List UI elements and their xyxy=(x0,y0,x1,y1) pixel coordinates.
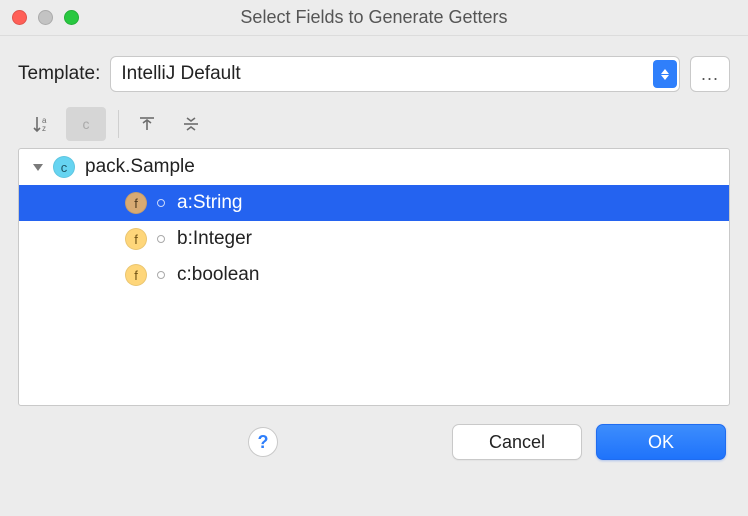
expand-all-button[interactable] xyxy=(127,107,167,141)
template-more-button[interactable]: ... xyxy=(690,56,730,92)
tree-field-row[interactable]: f a:String xyxy=(19,185,729,221)
class-icon: c xyxy=(53,156,75,178)
chevron-updown-icon xyxy=(653,60,677,88)
field-icon: f xyxy=(125,228,147,250)
template-row: Template: IntelliJ Default ... xyxy=(18,56,730,92)
dialog-title: Select Fields to Generate Getters xyxy=(0,7,748,28)
collapse-all-button[interactable] xyxy=(171,107,211,141)
template-select[interactable]: IntelliJ Default xyxy=(110,56,680,92)
show-class-button[interactable]: c xyxy=(66,107,106,141)
field-icon: f xyxy=(125,192,147,214)
cancel-button[interactable]: Cancel xyxy=(452,424,582,460)
ok-button[interactable]: OK xyxy=(596,424,726,460)
template-label: Template: xyxy=(18,63,100,85)
toolbar: a z c xyxy=(18,104,730,144)
footer: ? Cancel OK xyxy=(18,424,730,460)
template-select-value: IntelliJ Default xyxy=(121,63,669,85)
tree-field-label: b:Integer xyxy=(177,228,252,250)
expander-icon[interactable] xyxy=(29,158,47,176)
field-tree[interactable]: c pack.Sample f a:String f b:Integer f c… xyxy=(18,148,730,406)
help-button[interactable]: ? xyxy=(248,427,278,457)
visibility-dot-icon xyxy=(157,271,165,279)
tree-root-label: pack.Sample xyxy=(85,156,195,178)
tree-field-row[interactable]: f b:Integer xyxy=(19,221,729,257)
sort-az-button[interactable]: a z xyxy=(22,107,62,141)
visibility-dot-icon xyxy=(157,199,165,207)
titlebar: Select Fields to Generate Getters xyxy=(0,0,748,36)
tree-field-label: a:String xyxy=(177,192,242,214)
field-icon: f xyxy=(125,264,147,286)
visibility-dot-icon xyxy=(157,235,165,243)
tree-root-row[interactable]: c pack.Sample xyxy=(19,149,729,185)
tree-field-row[interactable]: f c:boolean xyxy=(19,257,729,293)
toolbar-separator xyxy=(118,110,119,138)
tree-field-label: c:boolean xyxy=(177,264,259,286)
svg-text:z: z xyxy=(42,124,46,133)
